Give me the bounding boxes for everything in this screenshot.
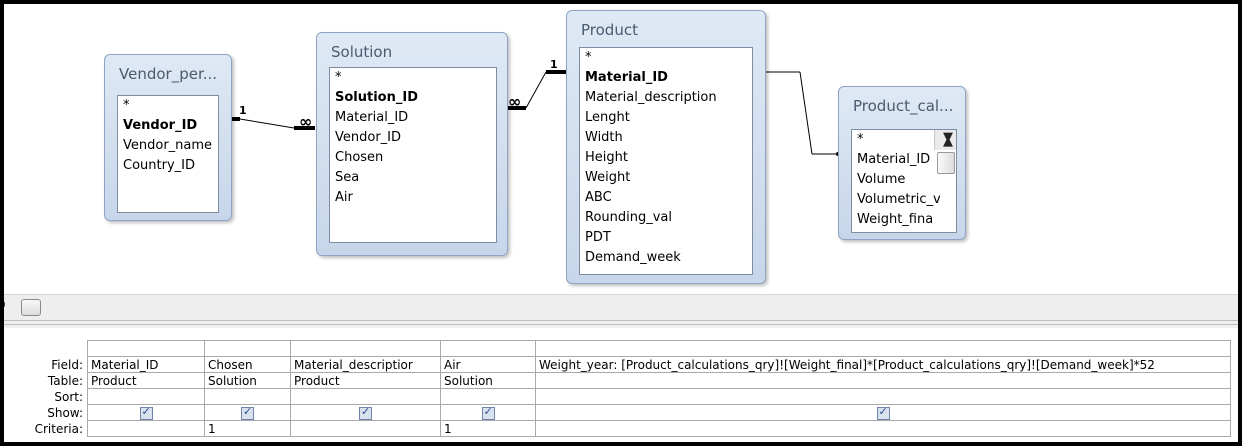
criteria-row: Criteria: 1 1: [4, 420, 1231, 437]
grid-cell-show: [535, 404, 1231, 421]
field-item-key[interactable]: Vendor_ID: [118, 116, 218, 136]
grid-cell-sort[interactable]: [204, 388, 291, 405]
table-diagram-pane[interactable]: 1 ∞ 1 ∞ Vendor_per... * Vendor_ID Vendor…: [4, 4, 1238, 294]
field-item[interactable]: *: [330, 68, 496, 88]
checkbox-checked-icon[interactable]: [481, 406, 495, 420]
table-title: Product: [581, 21, 638, 39]
grid-cell-sort[interactable]: [87, 388, 205, 405]
grid-cell-criteria[interactable]: 1: [440, 420, 536, 437]
checkbox-checked-icon[interactable]: [139, 406, 153, 420]
column-selector[interactable]: [87, 340, 205, 357]
table-product[interactable]: Product * Material_ID Material_descripti…: [566, 10, 766, 284]
field-item[interactable]: Air: [330, 188, 496, 208]
field-item[interactable]: Country_ID: [118, 156, 218, 176]
rel-solution-product-line[interactable]: [525, 71, 547, 109]
grid-cell-table[interactable]: Solution: [204, 372, 291, 389]
field-item[interactable]: *: [580, 48, 752, 68]
row-label-table: Table:: [47, 373, 83, 388]
grid-cell-sort[interactable]: [535, 388, 1231, 405]
field-item[interactable]: Sea: [330, 168, 496, 188]
grid-cell-field[interactable]: Material_ID: [87, 356, 205, 373]
checkbox-checked-icon[interactable]: [241, 406, 254, 420]
table-solution[interactable]: Solution * Solution_ID Material_ID Vendo…: [316, 32, 508, 256]
field-item[interactable]: Chosen: [330, 148, 496, 168]
table-row: Table: Product Solution Product Solution: [4, 372, 1231, 389]
table-vendor[interactable]: Vendor_per... * Vendor_ID Vendor_name Co…: [104, 54, 232, 221]
field-item-key[interactable]: Solution_ID: [330, 88, 496, 108]
join-line-b[interactable]: [799, 71, 813, 155]
grid-cell-show: [440, 404, 536, 421]
scrollbar-thumb[interactable]: [21, 299, 41, 316]
sort-row: Sort:: [4, 388, 1231, 405]
show-row: Show:: [4, 404, 1231, 421]
query-design-grid: Field: Material_ID Chosen Material_descr…: [4, 328, 1238, 442]
rel-vendor-solution-line[interactable]: [239, 118, 295, 129]
diagram-horizontal-scrollbar[interactable]: ◂: [4, 294, 1238, 321]
grid-cell-criteria[interactable]: 1: [204, 420, 291, 437]
column-selector-row: [4, 340, 1231, 357]
field-item[interactable]: Width: [580, 128, 752, 148]
field-item[interactable]: Height: [580, 148, 752, 168]
field-item[interactable]: Vendor_name: [118, 136, 218, 156]
field-item[interactable]: Material_description: [580, 88, 752, 108]
grid-cell-sort[interactable]: [440, 388, 536, 405]
query-design-window: 1 ∞ 1 ∞ Vendor_per... * Vendor_ID Vendor…: [4, 4, 1238, 442]
field-item[interactable]: *: [118, 96, 218, 116]
row-label-criteria: Criteria:: [34, 421, 83, 436]
field-list[interactable]: * Vendor_ID Vendor_name Country_ID: [117, 95, 219, 213]
table-title: Solution: [331, 43, 393, 61]
grid-cell-criteria[interactable]: [535, 420, 1231, 437]
field-item[interactable]: Weight: [580, 168, 752, 188]
rel-one-label-2: 1: [550, 58, 558, 71]
vertical-scrollbar[interactable]: ▲ ▼: [934, 130, 956, 174]
row-label-sort: Sort:: [54, 389, 83, 404]
field-list[interactable]: * Material_ID Material_description Lengh…: [579, 47, 753, 275]
row-label-field: Field:: [51, 357, 83, 372]
checkbox-checked-icon[interactable]: [359, 406, 372, 420]
grid-cell-sort[interactable]: [290, 388, 441, 405]
qbe-grid-table: Field: Material_ID Chosen Material_descr…: [4, 340, 1231, 437]
grid-cell-criteria[interactable]: [87, 420, 205, 437]
field-item[interactable]: Material_ID: [330, 108, 496, 128]
row-label-show: Show:: [47, 405, 83, 420]
field-item-key[interactable]: Material_ID: [580, 68, 752, 88]
column-selector[interactable]: [535, 340, 1231, 357]
grid-cell-field[interactable]: Air: [440, 356, 536, 373]
field-list[interactable]: * Material_ID Volume Volumetric_v Weight…: [851, 129, 957, 233]
field-list[interactable]: * Solution_ID Material_ID Vendor_ID Chos…: [329, 67, 497, 243]
rel-many-label-2: ∞: [508, 92, 521, 111]
field-item[interactable]: Volumetric_v: [852, 190, 956, 210]
rel-many-label-1: ∞: [299, 112, 312, 131]
scroll-left-arrow-icon[interactable]: ◂: [4, 299, 10, 315]
field-item[interactable]: Demand_week: [580, 248, 752, 268]
grid-cell-show: [204, 404, 291, 421]
grid-cell-criteria[interactable]: [290, 420, 441, 437]
grid-cell-table[interactable]: Product: [87, 372, 205, 389]
table-title: Product_cal...: [853, 97, 954, 115]
field-item[interactable]: Rounding_val: [580, 208, 752, 228]
scroll-down-arrow-icon[interactable]: ▼: [935, 130, 956, 148]
grid-cell-show: [87, 404, 205, 421]
field-row: Field: Material_ID Chosen Material_descr…: [4, 356, 1231, 373]
scrollbar-thumb[interactable]: [937, 152, 955, 174]
rel-one-label-1: 1: [239, 104, 247, 117]
grid-cell-table[interactable]: Solution: [440, 372, 536, 389]
field-item[interactable]: Vendor_ID: [330, 128, 496, 148]
field-item[interactable]: ABC: [580, 188, 752, 208]
grid-cell-field[interactable]: Weight_year: [Product_calculations_qry]!…: [535, 356, 1231, 373]
grid-cell-table[interactable]: Product: [290, 372, 441, 389]
checkbox-checked-icon[interactable]: [876, 406, 890, 420]
grid-cell-field[interactable]: Material_descriptior: [290, 356, 441, 373]
column-selector[interactable]: [440, 340, 536, 357]
field-item[interactable]: Weight_fina: [852, 210, 956, 230]
table-product-calculations[interactable]: Product_cal... * Material_ID Volume Volu…: [838, 86, 966, 240]
table-title: Vendor_per...: [119, 65, 218, 83]
field-item[interactable]: Lenght: [580, 108, 752, 128]
grid-cell-table[interactable]: [535, 372, 1231, 389]
column-selector[interactable]: [290, 340, 441, 357]
field-item[interactable]: PDT: [580, 228, 752, 248]
grid-cell-field[interactable]: Chosen: [204, 356, 291, 373]
column-selector[interactable]: [204, 340, 291, 357]
grid-cell-show: [290, 404, 441, 421]
